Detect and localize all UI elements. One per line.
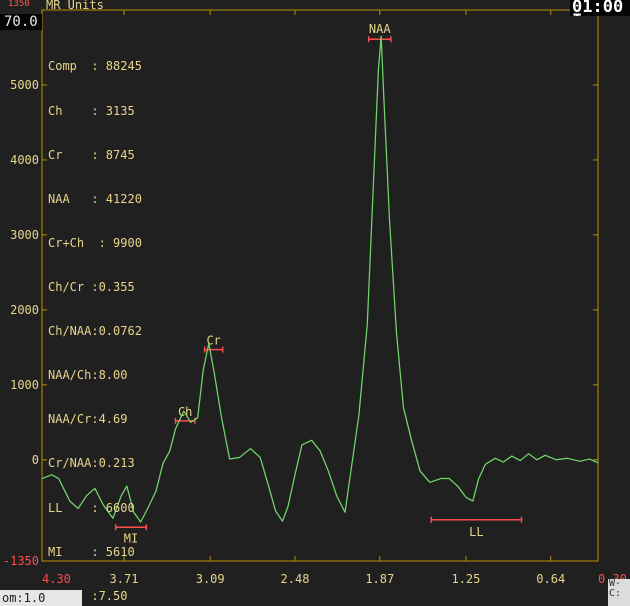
units-label: MR Units	[46, 0, 104, 12]
metric-row-cr-naa: Cr/NAA:0.213	[48, 456, 135, 471]
metric-row-cr-ch: Cr+Ch : 9900	[48, 235, 142, 250]
annotation-label-naa: NAA	[369, 22, 391, 36]
y-tick-label-1: 4000	[10, 153, 39, 167]
annotation-label-ll: LL	[469, 525, 483, 539]
metabolite-metrics-panel: Comp : 88245 Ch : 3135 Cr : 8745 NAA : 4…	[48, 30, 142, 606]
annotation-label-ch: Ch	[178, 405, 192, 419]
metric-row-cr: Cr : 8745	[48, 147, 135, 162]
x-tick-label-2: 3.09	[196, 572, 225, 586]
metric-row-mi: MI : 5610	[48, 544, 135, 559]
x-tick-label-6: 0.64	[536, 572, 565, 586]
metric-row-ch-cr: Ch/Cr :0.355	[48, 279, 135, 294]
metric-row-comp: Comp : 88245	[48, 59, 142, 74]
metric-row-ch: Ch : 3135	[48, 103, 135, 118]
metric-row-naa: NAA : 41220	[48, 191, 142, 206]
metric-row-naa-ch: NAA/Ch:8.00	[48, 368, 128, 383]
top-left-red-value: 1350	[8, 0, 30, 9]
metric-row-naa-cr: NAA/Cr:4.69	[48, 412, 128, 427]
y-tick-label-5: 0	[32, 453, 39, 467]
x-tick-label-3: 2.48	[281, 572, 310, 586]
metric-row-ll: LL : 6600	[48, 500, 135, 515]
top-left-display-value: 70.0	[0, 14, 42, 30]
y-tick-label-2: 3000	[10, 228, 39, 242]
y-tick-label-3: 2000	[10, 303, 39, 317]
x-tick-label-5: 1.25	[451, 572, 480, 586]
metric-row-ch-naa: Ch/NAA:0.0762	[48, 324, 142, 339]
y-tick-label-6: -1350	[3, 554, 39, 568]
y-tick-label-0: 5000	[10, 78, 39, 92]
mr-spectrum-viewer: 5000 4000 3000 2000 1000 0 -1350 4.30 3.71 3.09 2.…	[0, 0, 630, 606]
right-window-strip: W- C:	[608, 579, 630, 606]
right-strip-bottom-label: C:	[609, 588, 622, 599]
y-tick-label-4: 1000	[10, 378, 39, 392]
timer-readout: 01:00 I	[570, 0, 630, 16]
x-tick-label-4: 1.87	[365, 572, 394, 586]
zoom-status: om:1.0	[0, 590, 82, 606]
